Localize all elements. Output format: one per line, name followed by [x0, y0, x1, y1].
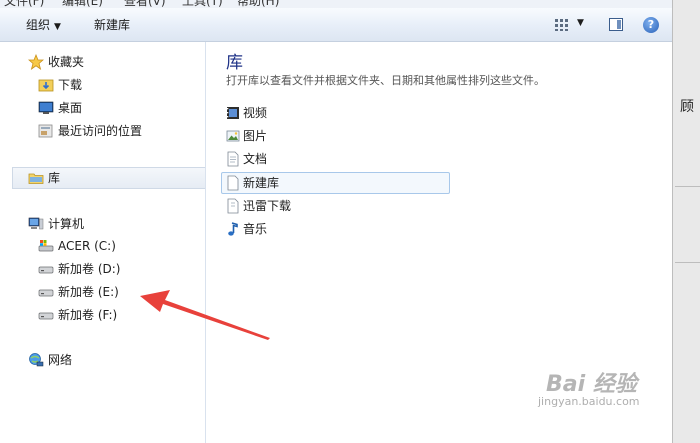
menu-file[interactable]: 文件(F)	[4, 0, 44, 8]
nav-drive-f-label: 新加卷 (F:)	[58, 308, 118, 322]
nav-libraries-label: 库	[48, 171, 61, 185]
view-dropdown-icon[interactable]: ▼	[577, 18, 584, 28]
menu-bar: 文件(F) 编辑(E) 查看(V) 工具(T) 帮助(H)	[0, 0, 672, 8]
nav-network-label: 网络	[48, 353, 73, 367]
library-item-xunlei-downloads-label: 迅雷下载	[243, 199, 292, 213]
libraries-icon	[28, 173, 44, 184]
menu-help[interactable]: 帮助(H)	[237, 0, 279, 8]
drive-icon	[38, 312, 54, 320]
organize-button[interactable]: 组织 ▼	[26, 16, 61, 33]
drive-icon	[38, 266, 54, 274]
background-window-text: 顾	[680, 99, 694, 115]
nav-drive-c-label: ACER (C:)	[58, 239, 116, 253]
xunlei-library-icon	[227, 198, 239, 214]
content-pane: 库 打开库以查看文件并根据文件夹、日期和其他属性排列这些文件。 视频 图片 文档…	[206, 42, 672, 443]
background-divider	[675, 186, 700, 187]
preview-pane-icon[interactable]	[609, 18, 623, 31]
menu-tools[interactable]: 工具(T)	[182, 0, 223, 8]
library-item-new-library-label: 新建库	[243, 176, 280, 190]
menu-view[interactable]: 查看(V)	[124, 0, 166, 8]
new-library-icon	[227, 175, 239, 191]
network-icon	[29, 353, 44, 367]
new-library-button[interactable]: 新建库	[94, 16, 130, 33]
nav-drive-e-label: 新加卷 (E:)	[58, 285, 119, 299]
view-options-icon[interactable]	[554, 18, 570, 32]
nav-item-recent-label: 最近访问的位置	[58, 124, 143, 138]
nav-item-downloads-label: 下载	[58, 78, 83, 92]
recent-places-icon	[38, 124, 53, 138]
star-icon	[28, 54, 44, 70]
menu-edit[interactable]: 编辑(E)	[62, 0, 103, 8]
organize-label: 组织	[26, 18, 51, 32]
computer-icon	[28, 217, 44, 230]
page-title: 库	[226, 53, 243, 73]
nav-favorites-label: 收藏夹	[48, 55, 85, 69]
nav-computer-label: 计算机	[48, 217, 85, 231]
music-library-icon	[228, 222, 238, 236]
desktop-icon	[38, 101, 54, 114]
picture-library-icon	[226, 130, 240, 142]
navigation-pane: 收藏夹 下载 桌面 最近访问的位置 库 计算机 ACER (C:) 新加卷 (D…	[0, 42, 206, 443]
system-drive-icon	[38, 240, 54, 252]
library-item-documents-label: 文档	[243, 152, 268, 166]
document-library-icon	[227, 151, 239, 167]
chevron-down-icon: ▼	[54, 22, 61, 32]
video-library-icon	[227, 107, 239, 119]
help-icon[interactable]: ?	[643, 17, 659, 33]
toolbar: 组织 ▼ 新建库 ▼ ?	[0, 8, 672, 42]
library-item-music-label: 音乐	[243, 222, 268, 236]
background-divider	[675, 262, 700, 263]
page-description: 打开库以查看文件并根据文件夹、日期和其他属性排列这些文件。	[226, 74, 545, 87]
background-window-edge	[672, 0, 700, 443]
library-item-pictures-label: 图片	[243, 129, 268, 143]
library-item-videos-label: 视频	[243, 106, 268, 120]
downloads-folder-icon	[38, 79, 54, 92]
nav-item-desktop-label: 桌面	[58, 101, 83, 115]
nav-drive-d-label: 新加卷 (D:)	[58, 262, 121, 276]
drive-icon	[38, 289, 54, 297]
